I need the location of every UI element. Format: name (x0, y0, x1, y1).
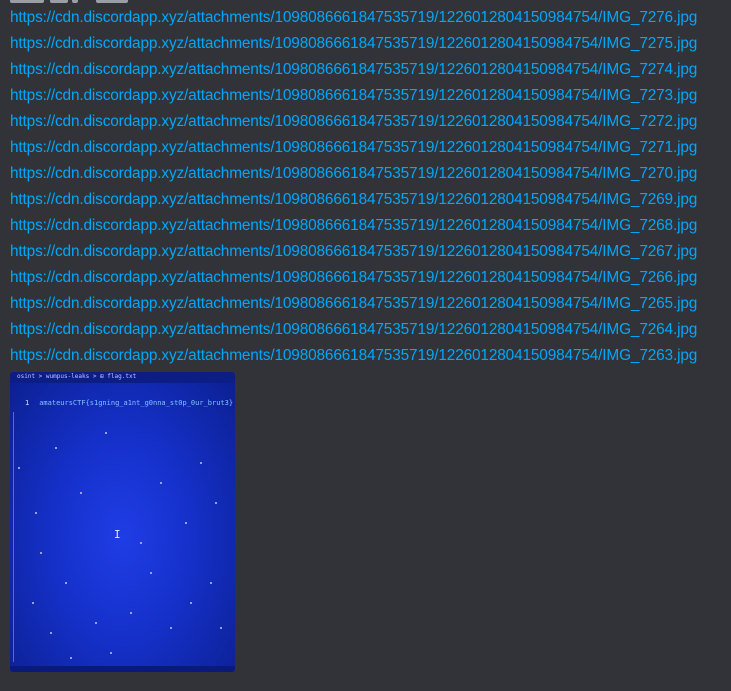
dust-speck (18, 467, 20, 469)
dust-speck (55, 447, 57, 449)
attachment-link[interactable]: https://cdn.discordapp.xyz/attachments/1… (10, 269, 697, 286)
dust-speck (170, 627, 172, 629)
dust-speck (185, 522, 187, 524)
link-row: https://cdn.discordapp.xyz/attachments/1… (10, 266, 725, 292)
editor-status-bar (10, 666, 235, 672)
line-number: 1 (25, 399, 30, 407)
link-row: https://cdn.discordapp.xyz/attachments/1… (10, 32, 725, 58)
dust-speck (95, 622, 97, 624)
link-row: https://cdn.discordapp.xyz/attachments/1… (10, 84, 725, 110)
link-row: https://cdn.discordapp.xyz/attachments/1… (10, 58, 725, 84)
editor-code-line: 1 amateursCTF{s1gning_a1nt_g0nna_st0p_0ur… (25, 399, 233, 407)
dust-speck (220, 627, 222, 629)
attachment-link[interactable]: https://cdn.discordapp.xyz/attachments/1… (10, 191, 697, 208)
attachment-link[interactable]: https://cdn.discordapp.xyz/attachments/1… (10, 217, 697, 234)
link-row: https://cdn.discordapp.xyz/attachments/1… (10, 344, 725, 370)
attachment-link[interactable]: https://cdn.discordapp.xyz/attachments/1… (10, 139, 697, 156)
dust-speck (65, 582, 67, 584)
dust-speck (150, 572, 152, 574)
editor-tab-bar: osint > wumpus-leaks > ⊞ flag.txt (10, 372, 235, 383)
attachment-link[interactable]: https://cdn.discordapp.xyz/attachments/1… (10, 295, 697, 312)
dust-speck (130, 612, 132, 614)
dust-speck (70, 657, 72, 659)
attachment-link[interactable]: https://cdn.discordapp.xyz/attachments/1… (10, 321, 697, 338)
attachment-link[interactable]: https://cdn.discordapp.xyz/attachments/1… (10, 347, 697, 364)
attachment-link[interactable]: https://cdn.discordapp.xyz/attachments/1… (10, 113, 697, 130)
text-cursor-icon: I (114, 528, 121, 541)
dust-speck (190, 602, 192, 604)
link-row: https://cdn.discordapp.xyz/attachments/1… (10, 240, 725, 266)
link-list: https://cdn.discordapp.xyz/attachments/1… (10, 6, 725, 370)
editor-breadcrumb: osint > wumpus-leaks > ⊞ flag.txt (17, 373, 137, 380)
attachment-link[interactable]: https://cdn.discordapp.xyz/attachments/1… (10, 35, 697, 52)
dust-speck (140, 542, 142, 544)
attachment-link[interactable]: https://cdn.discordapp.xyz/attachments/1… (10, 87, 697, 104)
attachment-link[interactable]: https://cdn.discordapp.xyz/attachments/1… (10, 243, 697, 260)
dust-speck (32, 602, 34, 604)
link-row: https://cdn.discordapp.xyz/attachments/1… (10, 110, 725, 136)
image-attachment[interactable]: osint > wumpus-leaks > ⊞ flag.txt 1 amate… (10, 372, 235, 672)
dust-speck (80, 492, 82, 494)
link-row: https://cdn.discordapp.xyz/attachments/1… (10, 136, 725, 162)
dust-speck (50, 632, 52, 634)
dust-speck (215, 502, 217, 504)
link-row: https://cdn.discordapp.xyz/attachments/1… (10, 162, 725, 188)
link-row: https://cdn.discordapp.xyz/attachments/1… (10, 188, 725, 214)
attachment-link[interactable]: https://cdn.discordapp.xyz/attachments/1… (10, 61, 697, 78)
dust-speck (210, 582, 212, 584)
link-row: https://cdn.discordapp.xyz/attachments/1… (10, 214, 725, 240)
link-row: https://cdn.discordapp.xyz/attachments/1… (10, 6, 725, 32)
dust-speck (35, 512, 37, 514)
link-row: https://cdn.discordapp.xyz/attachments/1… (10, 318, 725, 344)
dust-speck (40, 552, 42, 554)
flag-text: amateursCTF{s1gning_a1nt_g0nna_st0p_0ur_… (39, 399, 234, 407)
dust-speck (105, 432, 107, 434)
attachment-link[interactable]: https://cdn.discordapp.xyz/attachments/1… (10, 165, 697, 182)
chat-messages: https://cdn.discordapp.xyz/attachments/1… (0, 0, 731, 691)
editor-gutter-edge (13, 412, 14, 662)
attachment-link[interactable]: https://cdn.discordapp.xyz/attachments/1… (10, 9, 697, 26)
dust-speck (110, 652, 112, 654)
dust-speck (200, 462, 202, 464)
dust-speck (160, 482, 162, 484)
link-row: https://cdn.discordapp.xyz/attachments/1… (10, 292, 725, 318)
